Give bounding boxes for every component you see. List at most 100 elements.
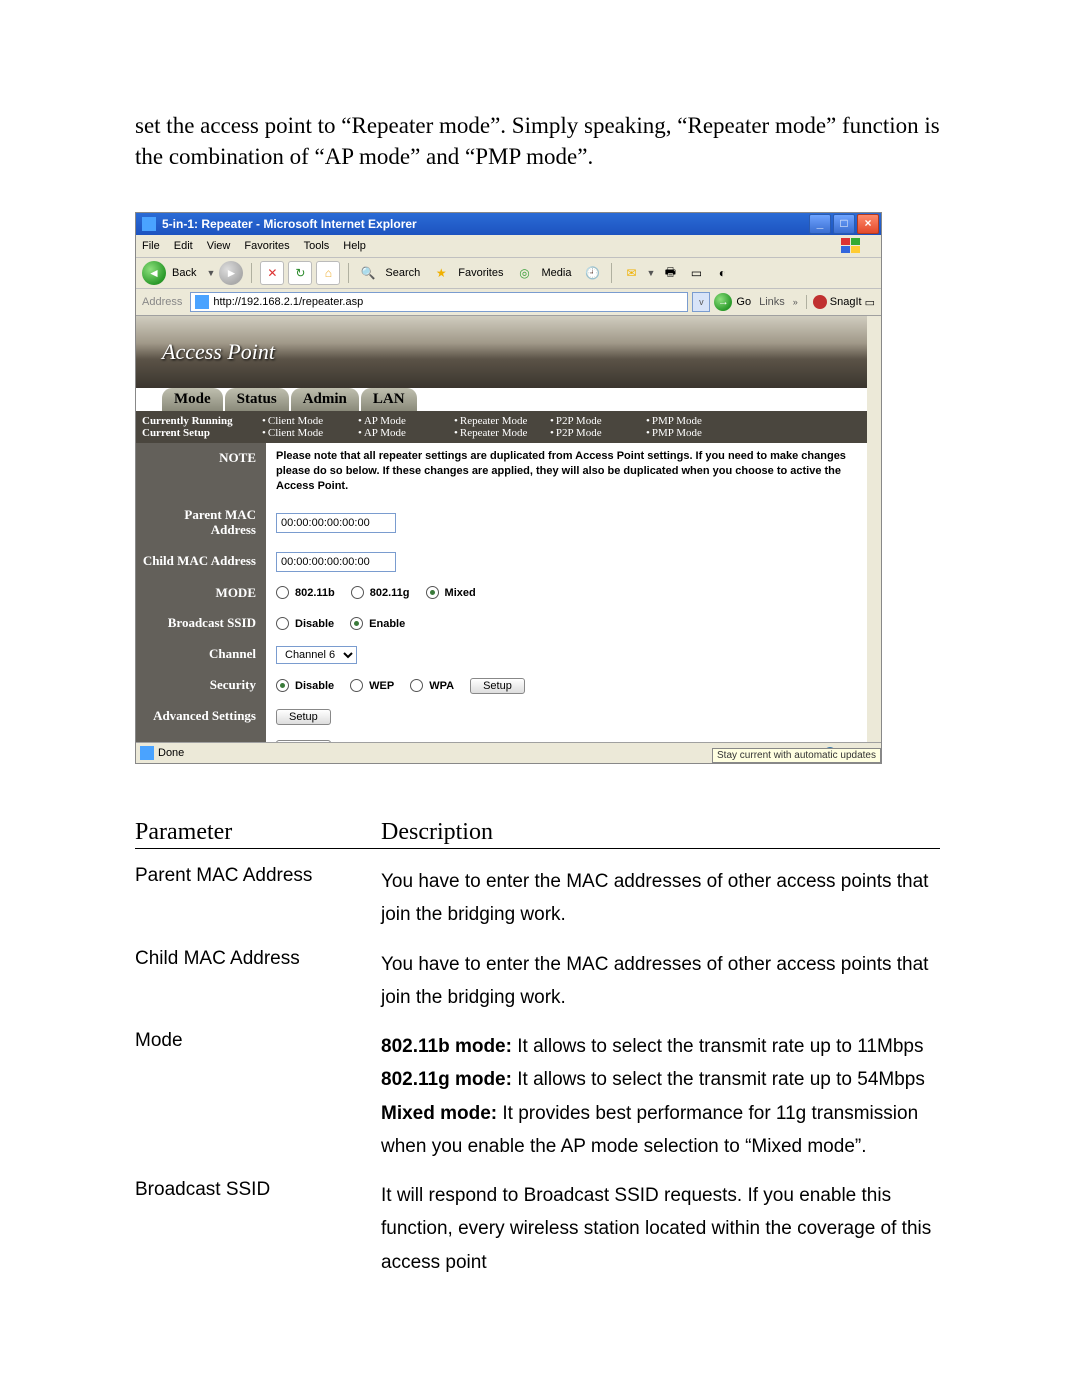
- channel-value: Channel 6: [266, 639, 867, 670]
- channel-select[interactable]: Channel 6: [276, 646, 357, 664]
- setup-client-mode[interactable]: Client Mode: [262, 427, 358, 439]
- main-tabs: Mode Status Admin LAN: [136, 388, 867, 411]
- running-p2p-mode[interactable]: P2P Mode: [550, 415, 646, 427]
- discuss-icon[interactable]: ◐: [711, 262, 733, 284]
- bssid-enable-radio[interactable]: [350, 617, 363, 630]
- ie-page-icon: [195, 295, 209, 309]
- tab-status[interactable]: Status: [225, 388, 289, 411]
- parent-mac-label: Parent MAC Address: [136, 500, 266, 546]
- security-setup-button[interactable]: Setup: [470, 678, 525, 694]
- advanced-setup-button[interactable]: Setup: [276, 709, 331, 725]
- mode-80211b-radio[interactable]: [276, 586, 289, 599]
- tab-admin[interactable]: Admin: [291, 388, 359, 411]
- tab-lan[interactable]: LAN: [361, 388, 417, 411]
- status-done: Done: [158, 747, 184, 759]
- go-button[interactable]: →: [714, 293, 732, 311]
- update-tooltip: Stay current with automatic updates: [712, 748, 881, 763]
- mode-80211g-radio[interactable]: [351, 586, 364, 599]
- table-row: Broadcast SSID It will respond to Broadc…: [135, 1179, 940, 1279]
- toolbar-separator: [348, 263, 349, 283]
- menu-tools[interactable]: Tools: [304, 240, 330, 252]
- param-child-mac: Child MAC Address: [135, 948, 381, 1015]
- favorites-label[interactable]: Favorites: [458, 267, 503, 279]
- child-mac-label: Child MAC Address: [136, 546, 266, 578]
- mode-value: 802.11b 802.11g Mixed: [266, 578, 867, 609]
- stop-button[interactable]: ✕: [260, 261, 284, 285]
- search-label[interactable]: Search: [385, 267, 420, 279]
- channel-label: Channel: [136, 639, 266, 670]
- back-label[interactable]: Back: [172, 267, 196, 279]
- parent-mac-value: [266, 500, 867, 546]
- address-dropdown-icon[interactable]: v: [692, 292, 710, 312]
- address-url: http://192.168.2.1/repeater.asp: [213, 296, 363, 308]
- desc-bssid: It will respond to Broadcast SSID reques…: [381, 1179, 940, 1279]
- window-titlebar: 5-in-1: Repeater - Microsoft Internet Ex…: [136, 213, 881, 235]
- menu-file[interactable]: File: [142, 240, 160, 252]
- table-row: Parent MAC Address You have to enter the…: [135, 865, 940, 932]
- maximize-button[interactable]: □: [833, 214, 855, 234]
- mail-dropdown-icon[interactable]: ▼: [646, 268, 655, 278]
- param-mode: Mode: [135, 1030, 381, 1163]
- security-disable-radio[interactable]: [276, 679, 289, 692]
- security-wep-radio[interactable]: [350, 679, 363, 692]
- search-icon[interactable]: 🔍: [357, 262, 379, 284]
- close-button[interactable]: ×: [857, 214, 879, 234]
- links-chevron-icon[interactable]: »: [793, 297, 798, 307]
- security-label: Security: [136, 670, 266, 701]
- menu-favorites[interactable]: Favorites: [244, 240, 289, 252]
- history-icon[interactable]: 🕘: [581, 262, 603, 284]
- menu-help[interactable]: Help: [343, 240, 366, 252]
- menu-view[interactable]: View: [207, 240, 231, 252]
- status-bar: Done Internet Stay current with automati…: [136, 742, 881, 763]
- running-client-mode[interactable]: Client Mode: [262, 415, 358, 427]
- running-ap-mode[interactable]: AP Mode: [358, 415, 454, 427]
- setup-repeater-mode[interactable]: Repeater Mode: [454, 427, 550, 439]
- setup-p2p-mode[interactable]: P2P Mode: [550, 427, 646, 439]
- go-label[interactable]: Go: [736, 296, 751, 308]
- settings-grid: NOTE Please note that all repeater setti…: [136, 443, 867, 742]
- desc-child-mac: You have to enter the MAC addresses of o…: [381, 948, 940, 1015]
- address-bar: Address http://192.168.2.1/repeater.asp …: [136, 289, 881, 316]
- forward-button[interactable]: ►: [219, 261, 243, 285]
- toolbar-separator: [251, 263, 252, 283]
- tab-mode[interactable]: Mode: [162, 388, 223, 411]
- advanced-label: Advanced Settings: [136, 701, 266, 732]
- windows-flag-icon: [841, 238, 861, 254]
- table-row: Mode 802.11b mode: It allows to select t…: [135, 1030, 940, 1163]
- links-label[interactable]: Links: [759, 296, 785, 308]
- refresh-button[interactable]: ↻: [288, 261, 312, 285]
- banner-title: Access Point: [162, 339, 275, 365]
- mode-mixed-radio[interactable]: [426, 586, 439, 599]
- favorites-icon[interactable]: ★: [430, 262, 452, 284]
- toolbar: ◄ Back ▼ ► ✕ ↻ ⌂ 🔍 Search ★ Favorites ◎ …: [136, 258, 881, 289]
- back-button[interactable]: ◄: [142, 261, 166, 285]
- parameter-table: Parameter Description Parent MAC Address…: [135, 819, 940, 1279]
- param-bssid: Broadcast SSID: [135, 1179, 381, 1279]
- running-pmp-mode[interactable]: PMP Mode: [646, 415, 742, 427]
- desc-parent-mac: You have to enter the MAC addresses of o…: [381, 865, 940, 932]
- setup-ap-mode[interactable]: AP Mode: [358, 427, 454, 439]
- print-icon[interactable]: 🖶: [659, 262, 681, 284]
- currently-running-label: Currently Running: [142, 415, 262, 427]
- snagit-icon[interactable]: [813, 295, 827, 309]
- running-repeater-mode[interactable]: Repeater Mode: [454, 415, 550, 427]
- mode-label: MODE: [136, 578, 266, 609]
- mail-icon[interactable]: ✉: [620, 262, 642, 284]
- bssid-disable-radio[interactable]: [276, 617, 289, 630]
- parent-mac-input[interactable]: [276, 513, 396, 533]
- page-content: Access Point Mode Status Admin LAN Curre…: [136, 316, 881, 742]
- note-value: Please note that all repeater settings a…: [266, 443, 867, 500]
- setup-pmp-mode[interactable]: PMP Mode: [646, 427, 742, 439]
- media-label[interactable]: Media: [542, 267, 572, 279]
- minimize-button[interactable]: _: [809, 214, 831, 234]
- child-mac-input[interactable]: [276, 552, 396, 572]
- address-field[interactable]: http://192.168.2.1/repeater.asp: [190, 292, 688, 312]
- back-dropdown-icon[interactable]: ▼: [206, 268, 215, 278]
- media-icon[interactable]: ◎: [514, 262, 536, 284]
- edit-icon[interactable]: ▭: [685, 262, 707, 284]
- snagit-label[interactable]: SnagIt: [830, 296, 862, 308]
- snagit-capture-icon[interactable]: ▭: [865, 296, 875, 309]
- menu-edit[interactable]: Edit: [174, 240, 193, 252]
- security-wpa-radio[interactable]: [410, 679, 423, 692]
- home-button[interactable]: ⌂: [316, 261, 340, 285]
